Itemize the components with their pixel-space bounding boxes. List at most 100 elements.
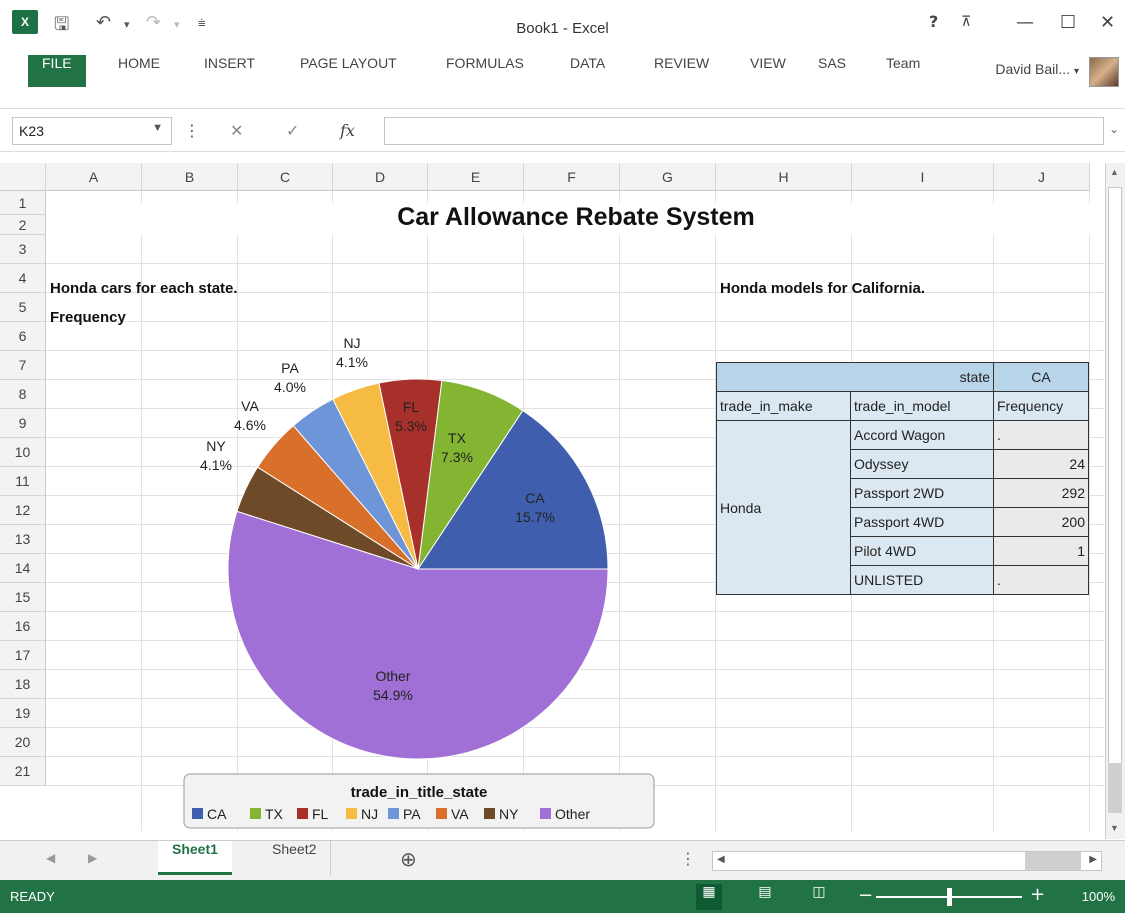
scroll-tabs-right-icon[interactable]: ▶ (88, 851, 97, 865)
customize-quick-access-icon[interactable]: ⩧ (198, 16, 206, 31)
tab-sas[interactable]: SAS (808, 55, 856, 87)
pie-value-ny: 4.1% (200, 457, 232, 473)
chevron-down-icon: ▾ (1073, 66, 1079, 77)
legend-label-pa: PA (403, 806, 421, 822)
pie-value-other: 54.9% (373, 687, 413, 703)
tab-file[interactable]: FILE (28, 55, 86, 87)
pie-chart[interactable]: CA 15.7% TX 7.3% FL 5.3% NJ 4.1% PA 4.0% VA 4.6% NY 4… (0, 163, 1104, 831)
name-box-value: K23 (19, 123, 44, 139)
tab-sheet1[interactable]: Sheet1 (158, 841, 232, 875)
more-options-icon[interactable]: ⋮ (184, 121, 200, 140)
excel-window: X 🖫 ↶ ▾ ↷ ▾ ⩧ Book1 - Excel ? ⊼ — ☐ ✕ FI… (0, 0, 1125, 913)
legend-label-tx: TX (265, 806, 284, 822)
more-options-icon[interactable]: ⋮ (680, 849, 696, 868)
redo-dropdown-icon[interactable]: ▾ (174, 18, 180, 31)
horizontal-scroll-thumb[interactable] (1025, 852, 1081, 870)
tab-team[interactable]: Team (876, 55, 930, 87)
window-title: Book1 - Excel (516, 20, 609, 37)
legend-title: trade_in_title_state (351, 784, 488, 801)
legend-label-ny: NY (499, 806, 519, 822)
add-sheet-icon[interactable]: ⊕ (400, 847, 417, 871)
zoom-level[interactable]: 100% (1082, 889, 1115, 904)
avatar[interactable] (1089, 57, 1119, 87)
cancel-icon[interactable]: ✕ (230, 121, 243, 140)
pie-label-ny: NY (206, 438, 226, 454)
title-bar: X 🖫 ↶ ▾ ↷ ▾ ⩧ Book1 - Excel ? ⊼ — ☐ ✕ (0, 0, 1125, 58)
ribbon-display-options-icon[interactable]: ⊼ (961, 14, 971, 30)
normal-view-icon[interactable]: ▦ (696, 884, 722, 910)
legend-label-va: VA (451, 806, 469, 822)
help-icon[interactable]: ? (929, 12, 938, 31)
page-break-preview-icon[interactable]: ◫ (806, 884, 832, 910)
pie-label-fl: FL (403, 399, 420, 415)
legend-swatch-pa (388, 808, 399, 819)
tab-data[interactable]: DATA (560, 55, 615, 87)
zoom-slider-knob[interactable] (947, 888, 952, 906)
pie-label-va: VA (241, 398, 259, 414)
legend-swatch-va (436, 808, 447, 819)
pie-label-other: Other (375, 668, 410, 684)
pie-value-pa: 4.0% (274, 379, 306, 395)
legend-swatch-nj (346, 808, 357, 819)
formula-input[interactable] (384, 117, 1104, 145)
status-text: READY (10, 889, 55, 904)
tab-view[interactable]: VIEW (740, 55, 796, 87)
pie-value-va: 4.6% (234, 417, 266, 433)
user-account[interactable]: David Bail... ▾ (995, 61, 1079, 77)
legend-swatch-other (540, 808, 551, 819)
tab-insert[interactable]: INSERT (194, 55, 265, 87)
scroll-down-icon[interactable]: ▼ (1110, 823, 1119, 833)
horizontal-scrollbar[interactable]: ◀ ▶ (712, 851, 1102, 871)
scroll-left-icon[interactable]: ◀ (717, 854, 725, 865)
pie-value-nj: 4.1% (336, 354, 368, 370)
legend-label-nj: NJ (361, 806, 378, 822)
formula-bar: K23 ▼ ⋮ ✕ ✓ fx ⌄ (0, 108, 1125, 152)
ribbon-tabs: FILE HOME INSERT PAGE LAYOUT FORMULAS DA… (0, 55, 1125, 87)
legend-swatch-ny (484, 808, 495, 819)
tab-home[interactable]: HOME (108, 55, 170, 87)
sheet-tabs-bar: ◀ ▶ Sheet1 Sheet2 ⊕ ⋮ ◀ ▶ (0, 840, 1125, 880)
scroll-up-icon[interactable]: ▲ (1110, 167, 1119, 177)
legend-label-ca: CA (207, 806, 227, 822)
pie-value-tx: 7.3% (441, 449, 473, 465)
insert-function-icon[interactable]: fx (340, 121, 355, 140)
tab-formulas[interactable]: FORMULAS (436, 55, 534, 87)
undo-icon[interactable]: ↶ (96, 12, 111, 33)
tab-review[interactable]: REVIEW (644, 55, 719, 87)
vertical-scroll-thumb[interactable] (1108, 763, 1122, 813)
close-icon[interactable]: ✕ (1100, 12, 1115, 33)
worksheet-grid[interactable]: ABCDEFGHIJ 1 2 3 4 5 6 7 8 9 10 11 12 13 14 15 16 17 18 19… (0, 163, 1104, 831)
status-bar: READY ▦ ▤ ◫ − + 100% (0, 880, 1125, 913)
legend-swatch-ca (192, 808, 203, 819)
excel-logo-icon[interactable]: X (12, 10, 38, 34)
legend-swatch-fl (297, 808, 308, 819)
minimize-icon[interactable]: — (1016, 12, 1034, 33)
undo-dropdown-icon[interactable]: ▾ (124, 18, 130, 31)
vertical-scroll-track (1108, 187, 1122, 791)
pie-label-nj: NJ (343, 335, 360, 351)
scroll-right-icon[interactable]: ▶ (1089, 854, 1097, 865)
save-icon[interactable]: 🖫 (54, 12, 69, 42)
zoom-out-icon[interactable]: − (858, 885, 873, 906)
scroll-tabs-left-icon[interactable]: ◀ (46, 851, 55, 865)
pie-value-fl: 5.3% (395, 418, 427, 434)
legend-label-fl: FL (312, 806, 329, 822)
pie-label-pa: PA (281, 360, 299, 376)
enter-icon[interactable]: ✓ (286, 121, 299, 140)
pie-label-tx: TX (448, 430, 467, 446)
legend-label-other: Other (555, 806, 590, 822)
user-name: David Bail... (995, 61, 1071, 77)
expand-formula-bar-icon[interactable]: ⌄ (1109, 122, 1119, 136)
name-box[interactable]: K23 ▼ (12, 117, 172, 145)
legend-swatch-tx (250, 808, 261, 819)
zoom-in-icon[interactable]: + (1030, 884, 1045, 905)
page-layout-view-icon[interactable]: ▤ (752, 884, 778, 910)
redo-icon[interactable]: ↷ (146, 12, 161, 33)
tab-sheet2[interactable]: Sheet2 (258, 841, 332, 875)
chevron-down-icon[interactable]: ▼ (152, 122, 163, 134)
tab-page-layout[interactable]: PAGE LAYOUT (290, 55, 407, 87)
pie-label-ca: CA (525, 490, 545, 506)
vertical-scrollbar[interactable]: ▲ ▼ (1105, 163, 1125, 839)
pie-value-ca: 15.7% (515, 509, 555, 525)
maximize-icon[interactable]: ☐ (1060, 12, 1076, 33)
